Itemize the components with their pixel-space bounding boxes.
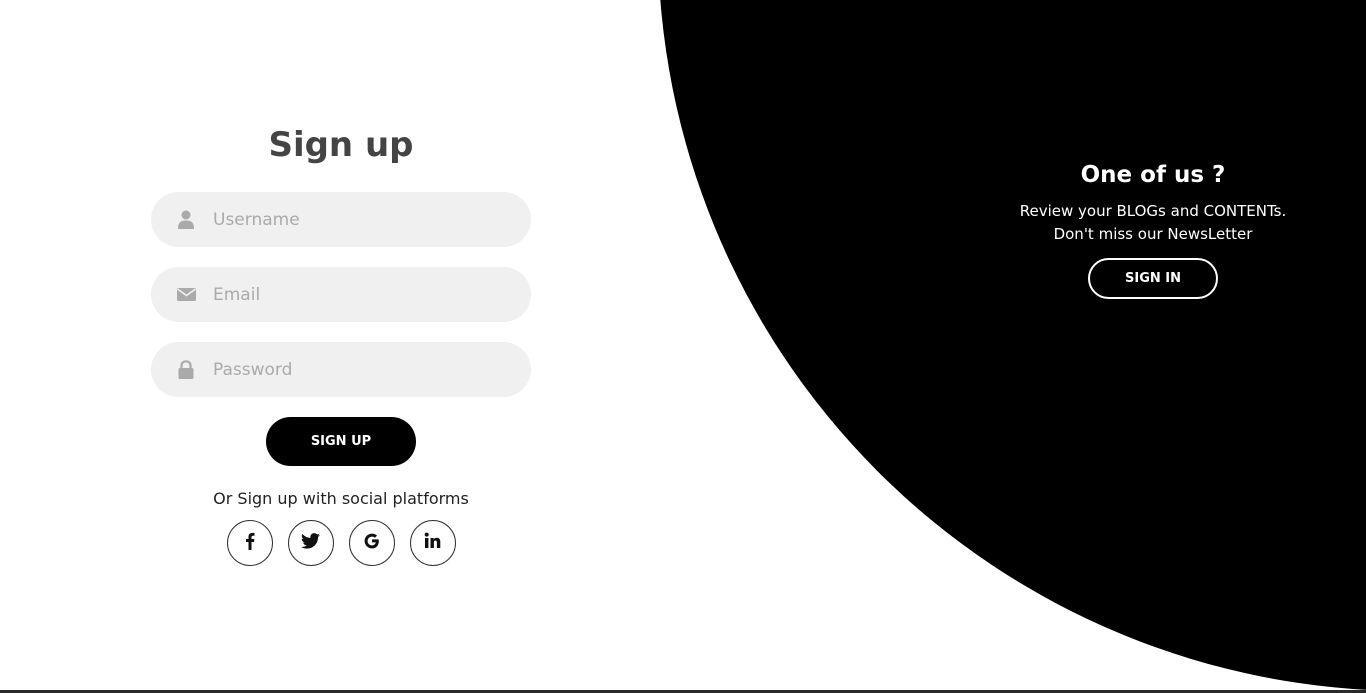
user-icon — [175, 209, 197, 231]
signin-panel: One of us ? Review your BLOGs and CONTEN… — [1003, 158, 1303, 299]
twitter-icon — [301, 532, 320, 554]
signin-button[interactable]: SIGN IN — [1088, 258, 1218, 299]
background-circle — [658, 0, 1366, 691]
page: Sign up Username Email SIGN UP Or Sign u… — [0, 0, 1366, 693]
signup-button[interactable]: SIGN UP — [266, 417, 416, 466]
panel-heading: One of us ? — [1080, 162, 1226, 188]
envelope-icon — [175, 284, 197, 306]
username-input[interactable] — [213, 199, 513, 240]
social-signup-text: Or Sign up with social platforms — [213, 489, 469, 508]
lock-icon — [175, 359, 197, 381]
email-input[interactable] — [213, 274, 513, 315]
username-field[interactable] — [151, 192, 531, 247]
facebook-icon — [245, 532, 255, 555]
social-buttons — [151, 520, 531, 566]
facebook-button[interactable] — [226, 520, 273, 566]
signup-form: Sign up Username Email SIGN UP Or Sign u… — [151, 118, 531, 566]
google-icon — [363, 532, 381, 555]
page-title: Sign up — [268, 125, 414, 165]
panel-text-line2: Don't miss our NewsLetter — [1053, 225, 1253, 243]
email-field[interactable] — [151, 267, 531, 322]
linkedin-button[interactable] — [409, 520, 456, 566]
twitter-button[interactable] — [287, 520, 334, 566]
password-input[interactable] — [213, 349, 513, 390]
password-field[interactable] — [151, 342, 531, 397]
panel-text-line1: Review your BLOGs and CONTENTs. — [1019, 202, 1287, 220]
panel-text: Review your BLOGs and CONTENTs. Don't mi… — [1003, 200, 1303, 246]
google-button[interactable] — [348, 520, 395, 566]
linkedin-icon — [424, 532, 441, 554]
